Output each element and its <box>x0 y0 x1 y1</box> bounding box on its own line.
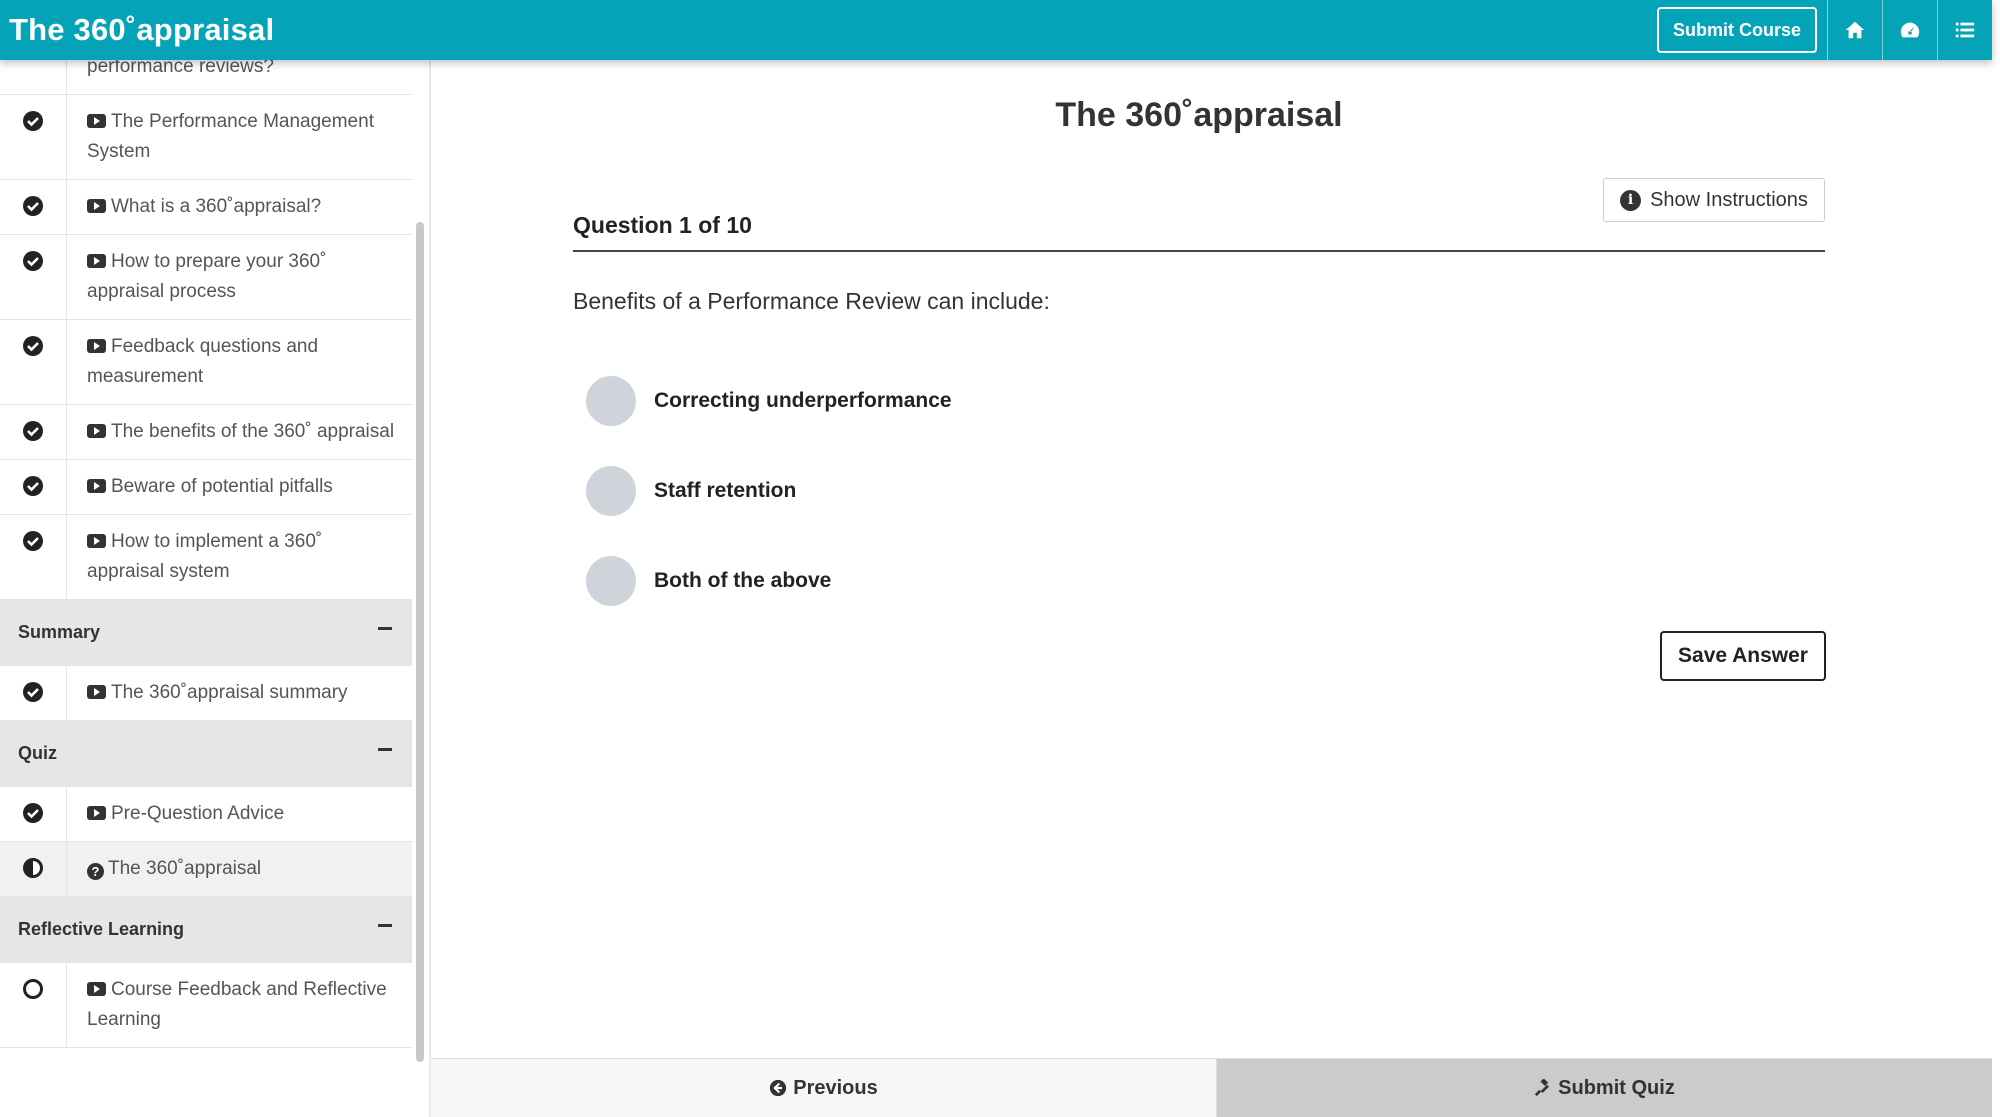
previous-label: Previous <box>793 1076 878 1099</box>
dashboard-icon <box>1900 22 1920 38</box>
footer-nav: Previous Submit Quiz <box>431 1058 1992 1117</box>
lesson-label: Beware of potential pitfalls <box>111 476 333 497</box>
section-title: Reflective Learning <box>18 919 185 939</box>
question-counter: Question 1 of 10 <box>573 212 752 238</box>
lesson-label: How to implement a 360˚ appraisal system <box>87 531 323 582</box>
info-icon: i <box>1620 189 1642 211</box>
sidebar-scrollbar[interactable] <box>416 222 424 1062</box>
empty-circle-icon <box>23 979 43 999</box>
section-header-summary[interactable]: Summary <box>0 600 412 666</box>
question-divider <box>573 250 1825 252</box>
video-icon <box>87 982 106 996</box>
submit-course-button[interactable]: Submit Course <box>1656 7 1817 53</box>
video-icon <box>87 199 106 213</box>
home-icon <box>1845 21 1865 39</box>
check-circle-icon <box>23 196 43 216</box>
check-circle-icon <box>23 421 43 441</box>
check-circle-icon <box>23 336 43 356</box>
video-icon <box>87 254 106 268</box>
lesson-label: Course Feedback and Reflective Learning <box>87 979 387 1030</box>
collapse-icon[interactable] <box>378 627 392 630</box>
save-answer-button[interactable]: Save Answer <box>1660 631 1826 681</box>
section-header-quiz[interactable]: Quiz <box>0 721 412 787</box>
answer-label: Correcting underperformance <box>654 389 952 412</box>
main-content: The 360˚appraisal i Show Instructions Qu… <box>431 60 1992 1057</box>
list-icon <box>1955 22 1975 38</box>
lesson-item-current[interactable]: ? The 360˚appraisal <box>0 842 412 897</box>
menu-list-button[interactable] <box>1937 0 1992 60</box>
lesson-item[interactable]: How to implement a 360˚ appraisal system <box>0 515 412 600</box>
previous-button[interactable]: Previous <box>431 1059 1217 1117</box>
lesson-label: Pre-Question Advice <box>111 803 285 824</box>
half-circle-icon <box>23 858 43 878</box>
video-icon <box>87 534 106 548</box>
lesson-item[interactable]: How to prepare your 360˚ appraisal proce… <box>0 235 412 320</box>
check-circle-icon <box>23 476 43 496</box>
section-title: Summary <box>18 622 101 642</box>
lesson-label: Feedback questions and measurement <box>87 336 319 387</box>
question-circle-icon: ? <box>87 863 104 880</box>
radio-button[interactable] <box>586 376 636 426</box>
page-title: The 360˚appraisal <box>1055 96 1343 134</box>
check-circle-icon <box>23 682 43 702</box>
section-header-reflective-learning[interactable]: Reflective Learning <box>0 897 412 963</box>
lesson-label: The 360˚appraisal summary <box>111 682 348 703</box>
arrow-circle-left-icon <box>770 1079 787 1097</box>
submit-quiz-button[interactable]: Submit Quiz <box>1217 1059 1992 1117</box>
lesson-item[interactable]: The Performance Management System <box>0 95 412 180</box>
show-instructions-button[interactable]: i Show Instructions <box>1603 178 1825 222</box>
lesson-item[interactable]: Course Feedback and Reflective Learning <box>0 963 412 1048</box>
video-icon <box>87 479 106 493</box>
lesson-item[interactable]: What is a 360˚appraisal? <box>0 180 412 235</box>
question-text: Benefits of a Performance Review can inc… <box>573 288 1050 314</box>
answer-option[interactable]: Correcting underperformance <box>586 376 952 426</box>
check-circle-icon <box>23 531 43 551</box>
course-title: The 360˚appraisal <box>9 12 275 47</box>
radio-button[interactable] <box>586 466 636 516</box>
answer-option[interactable]: Both of the above <box>586 556 831 606</box>
lesson-label: The Performance Management System <box>87 111 374 162</box>
video-icon <box>87 685 106 699</box>
video-icon <box>87 339 106 353</box>
collapse-icon[interactable] <box>378 924 392 927</box>
check-circle-icon <box>23 803 43 823</box>
radio-button[interactable] <box>586 556 636 606</box>
answer-label: Both of the above <box>654 569 832 592</box>
course-sidebar: Why should we carry out performance revi… <box>0 60 412 1117</box>
show-instructions-label: Show Instructions <box>1650 188 1808 211</box>
gavel-icon <box>1535 1079 1550 1097</box>
video-icon <box>87 806 106 820</box>
section-title: Quiz <box>18 743 57 763</box>
answer-option[interactable]: Staff retention <box>586 466 796 516</box>
answer-label: Staff retention <box>654 479 797 502</box>
lesson-label: The benefits of the 360˚ appraisal <box>111 421 395 442</box>
check-circle-icon <box>23 251 43 271</box>
video-icon <box>87 424 106 438</box>
collapse-icon[interactable] <box>378 748 392 751</box>
lesson-item[interactable]: Why should we carry out performance revi… <box>0 60 412 95</box>
top-bar: The 360˚appraisal Submit Course <box>0 0 1992 60</box>
submit-quiz-label: Submit Quiz <box>1558 1076 1675 1099</box>
lesson-item[interactable]: The benefits of the 360˚ appraisal <box>0 405 412 460</box>
check-circle-icon <box>23 111 43 131</box>
lesson-label: The 360˚appraisal <box>108 858 262 879</box>
lesson-item[interactable]: The 360˚appraisal summary <box>0 666 412 721</box>
home-button[interactable] <box>1827 0 1882 60</box>
lesson-item[interactable]: Feedback questions and measurement <box>0 320 412 405</box>
lesson-item[interactable]: Pre-Question Advice <box>0 787 412 842</box>
lesson-label: How to prepare your 360˚ appraisal proce… <box>87 251 327 302</box>
lesson-item[interactable]: Beware of potential pitfalls <box>0 460 412 515</box>
dashboard-button[interactable] <box>1882 0 1937 60</box>
video-icon <box>87 114 106 128</box>
lesson-label: Why should we carry out performance revi… <box>87 60 274 77</box>
lesson-label: What is a 360˚appraisal? <box>111 196 322 217</box>
